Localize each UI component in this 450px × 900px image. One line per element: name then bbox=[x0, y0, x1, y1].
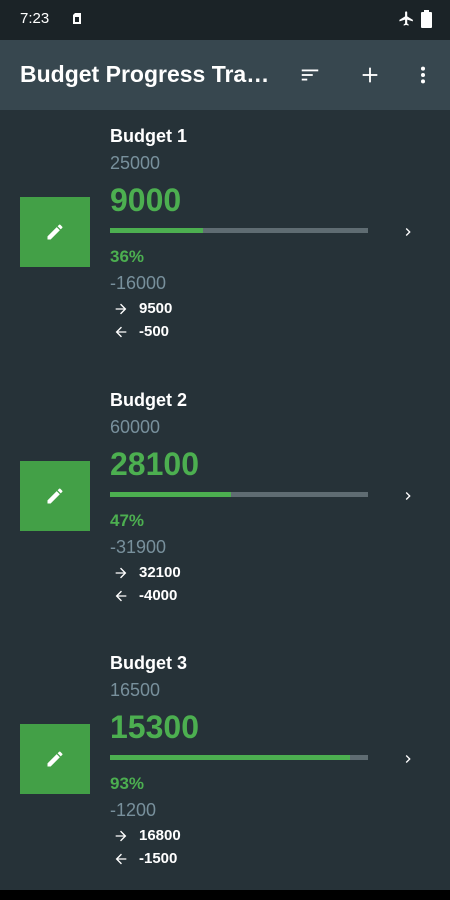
add-icon bbox=[362, 67, 378, 83]
budget-progress-fill bbox=[110, 755, 350, 760]
budget-progress-bar bbox=[110, 228, 368, 233]
budget-total: 16500 bbox=[110, 680, 161, 700]
budget-total: 60000 bbox=[110, 417, 161, 437]
incoming-amount: 16800 bbox=[139, 827, 181, 844]
airplane-mode-icon bbox=[399, 11, 413, 26]
budget-progress-bar bbox=[110, 492, 368, 497]
sort-button[interactable] bbox=[296, 61, 324, 89]
outgoing-amount: -1500 bbox=[139, 850, 178, 867]
edit-budget-button[interactable] bbox=[20, 197, 90, 267]
budget-name: Budget 2 bbox=[110, 390, 188, 410]
chevron-right-icon[interactable] bbox=[400, 751, 416, 767]
edit-budget-button[interactable] bbox=[20, 724, 90, 794]
outgoing-row: -4000 bbox=[113, 587, 177, 604]
budget-progress-fill bbox=[110, 492, 232, 497]
budget-percent: 93% bbox=[110, 774, 145, 793]
arrow-right-icon bbox=[115, 303, 127, 314]
chevron-right-icon[interactable] bbox=[400, 488, 416, 504]
budget-name: Budget 3 bbox=[110, 653, 188, 673]
app-bar: Budget Progress Tracker bbox=[0, 40, 450, 110]
budget-spent: 15300 bbox=[110, 709, 199, 745]
budget-progress-fill bbox=[110, 228, 203, 233]
outgoing-row: -1500 bbox=[113, 850, 177, 867]
incoming-amount: 9500 bbox=[139, 300, 173, 317]
navigation-bar bbox=[0, 890, 450, 900]
incoming-row: 16800 bbox=[113, 827, 181, 844]
budget-name: Budget 1 bbox=[110, 126, 188, 146]
edit-pencil-icon bbox=[47, 751, 63, 767]
arrow-left-icon bbox=[115, 853, 127, 864]
budget-remaining: -16000 bbox=[110, 273, 167, 293]
incoming-row: 9500 bbox=[113, 300, 172, 317]
outgoing-amount: -4000 bbox=[139, 587, 178, 604]
outgoing-amount: -500 bbox=[139, 323, 170, 340]
arrow-right-icon bbox=[115, 567, 127, 578]
incoming-amount: 32100 bbox=[139, 564, 181, 581]
budget-spent: 28100 bbox=[110, 446, 199, 482]
budget-remaining: -31900 bbox=[110, 537, 167, 557]
arrow-right-icon bbox=[115, 830, 127, 841]
edit-budget-button[interactable] bbox=[20, 461, 90, 531]
edit-pencil-icon bbox=[47, 488, 63, 504]
budget-percent: 36% bbox=[110, 247, 145, 266]
sort-icon bbox=[301, 69, 319, 81]
edit-pencil-icon bbox=[47, 224, 63, 240]
add-budget-button[interactable] bbox=[356, 61, 384, 89]
more-vert-icon bbox=[420, 66, 426, 84]
battery-icon bbox=[421, 10, 432, 28]
budget-card[interactable]: Budget 3 16500 15300 93% -1200 16800 -15… bbox=[0, 637, 450, 897]
arrow-left-icon bbox=[115, 326, 127, 337]
more-options-button[interactable] bbox=[409, 61, 437, 89]
status-bar: 7:23 bbox=[0, 0, 450, 40]
budget-card[interactable]: Budget 2 60000 28100 47% -31900 32100 -4… bbox=[0, 374, 450, 634]
sim-card-icon bbox=[73, 13, 81, 24]
budget-total: 25000 bbox=[110, 153, 161, 173]
app-title: Budget Progress Tracker bbox=[20, 61, 270, 87]
incoming-row: 32100 bbox=[113, 564, 181, 581]
budget-percent: 47% bbox=[110, 511, 145, 530]
arrow-left-icon bbox=[115, 590, 127, 601]
budget-spent: 9000 bbox=[110, 182, 182, 218]
budget-remaining: -1200 bbox=[110, 800, 157, 820]
budget-card[interactable]: Budget 1 25000 9000 36% -16000 9500 -500 bbox=[0, 110, 450, 370]
budget-progress-bar bbox=[110, 755, 368, 760]
chevron-right-icon[interactable] bbox=[400, 224, 416, 240]
outgoing-row: -500 bbox=[113, 323, 169, 340]
status-time: 7:23 bbox=[20, 10, 50, 27]
